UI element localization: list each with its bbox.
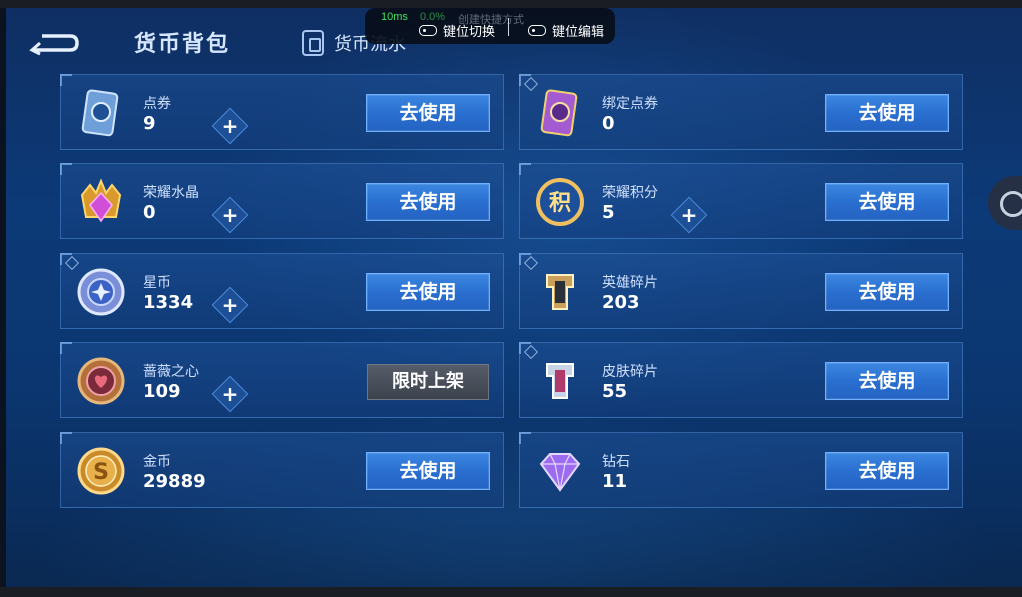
currency-row-glory-crystal: 荣耀水晶 0 + 去使用: [60, 163, 504, 239]
limited-time-button[interactable]: 限时上架: [367, 364, 489, 400]
use-button[interactable]: 去使用: [366, 94, 490, 132]
use-button[interactable]: 去使用: [825, 94, 949, 132]
currency-row-glory-points: 积 荣耀积分 5 + 去使用: [519, 163, 963, 239]
currency-name: 荣耀积分: [602, 185, 658, 201]
use-button[interactable]: 去使用: [825, 362, 949, 400]
star-coin-icon: [75, 266, 127, 318]
currency-amount: 29889: [143, 471, 206, 492]
currency-amount: 1334: [143, 292, 194, 313]
currency-name: 英雄碎片: [602, 275, 658, 291]
use-button[interactable]: 去使用: [366, 183, 490, 221]
window-frame-bottom: [0, 587, 1022, 597]
currency-name: 点券: [143, 96, 171, 112]
plus-icon: +: [221, 114, 239, 138]
currency-row-diamond: 钻石 11 去使用: [519, 432, 963, 508]
currency-amount: 109: [143, 381, 181, 402]
use-button[interactable]: 去使用: [366, 452, 490, 490]
currency-row-star-coin: 星币 1334 + 去使用: [60, 253, 504, 329]
currency-name: 星币: [143, 275, 171, 291]
back-arrow-icon[interactable]: [28, 30, 80, 56]
ping-readout: 10ms: [381, 11, 408, 23]
emulator-overlay-bar: 10ms 0.0% 创建快捷方式 键位切换 键位编辑: [365, 8, 615, 44]
currency-name: 金币: [143, 454, 171, 470]
add-coupon-button[interactable]: +: [211, 107, 249, 145]
key-edit-label: 键位编辑: [552, 24, 605, 39]
gold-coin-glyph: S: [93, 460, 109, 485]
overlay-divider: [508, 18, 509, 36]
use-button[interactable]: 去使用: [825, 273, 949, 311]
currency-row-hero-fragment: 英雄碎片 203 去使用: [519, 253, 963, 329]
ledger-icon: [302, 30, 324, 56]
currency-amount: 0: [602, 113, 615, 134]
gold-coin-icon: S: [75, 445, 127, 497]
currency-name: 皮肤碎片: [602, 364, 658, 380]
window-frame-top: [0, 0, 1022, 8]
key-switch-button[interactable]: 键位切换: [419, 21, 495, 40]
plus-icon: +: [221, 293, 239, 317]
currency-amount: 5: [602, 202, 615, 223]
coupon-card-icon: [75, 87, 127, 139]
currency-row-bound-coupon: 绑定点券 0 去使用: [519, 74, 963, 150]
currency-amount: 55: [602, 381, 628, 402]
glory-points-icon: 积: [534, 176, 586, 228]
rose-heart-icon: [75, 355, 127, 407]
add-star-coin-button[interactable]: +: [211, 286, 249, 324]
glory-crystal-icon: [75, 176, 127, 228]
add-glory-points-button[interactable]: +: [670, 196, 708, 234]
use-button[interactable]: 去使用: [825, 452, 949, 490]
currency-row-coupon: 点券 9 + 去使用: [60, 74, 504, 150]
glory-points-glyph: 积: [549, 191, 571, 216]
plus-icon: +: [680, 203, 698, 227]
currency-amount: 0: [143, 202, 156, 223]
currency-name: 蔷薇之心: [143, 364, 199, 380]
page-title: 货币背包: [134, 32, 231, 57]
currency-amount: 203: [602, 292, 640, 313]
currency-name: 绑定点券: [602, 96, 658, 112]
floating-menu-handle[interactable]: [988, 176, 1022, 230]
currency-amount: 11: [602, 471, 628, 492]
currency-name: 荣耀水晶: [143, 185, 199, 201]
currency-row-gold-coin: S 金币 29889 去使用: [60, 432, 504, 508]
key-switch-label: 键位切换: [443, 24, 496, 39]
currency-amount: 9: [143, 113, 156, 134]
currency-row-skin-fragment: 皮肤碎片 55 去使用: [519, 342, 963, 418]
hero-fragment-icon: [534, 266, 586, 318]
skin-fragment-icon: [534, 355, 586, 407]
gamepad-icon: [419, 25, 437, 36]
currency-name: 钻石: [602, 454, 630, 470]
currency-row-rose-heart: 蔷薇之心 109 + 限时上架: [60, 342, 504, 418]
add-glory-crystal-button[interactable]: +: [211, 196, 249, 234]
diamond-icon: [534, 445, 586, 497]
use-button[interactable]: 去使用: [825, 183, 949, 221]
plus-icon: +: [221, 382, 239, 406]
use-button[interactable]: 去使用: [366, 273, 490, 311]
bound-coupon-icon: [534, 87, 586, 139]
plus-icon: +: [221, 203, 239, 227]
gamepad-icon: [528, 25, 546, 36]
key-edit-button[interactable]: 键位编辑: [528, 21, 604, 40]
add-rose-heart-button[interactable]: +: [211, 375, 249, 413]
game-screen: 货币背包 货币流水 点券 9 + 去使用 荣耀水晶 0 + 去使用 星币 133…: [6, 8, 1022, 587]
